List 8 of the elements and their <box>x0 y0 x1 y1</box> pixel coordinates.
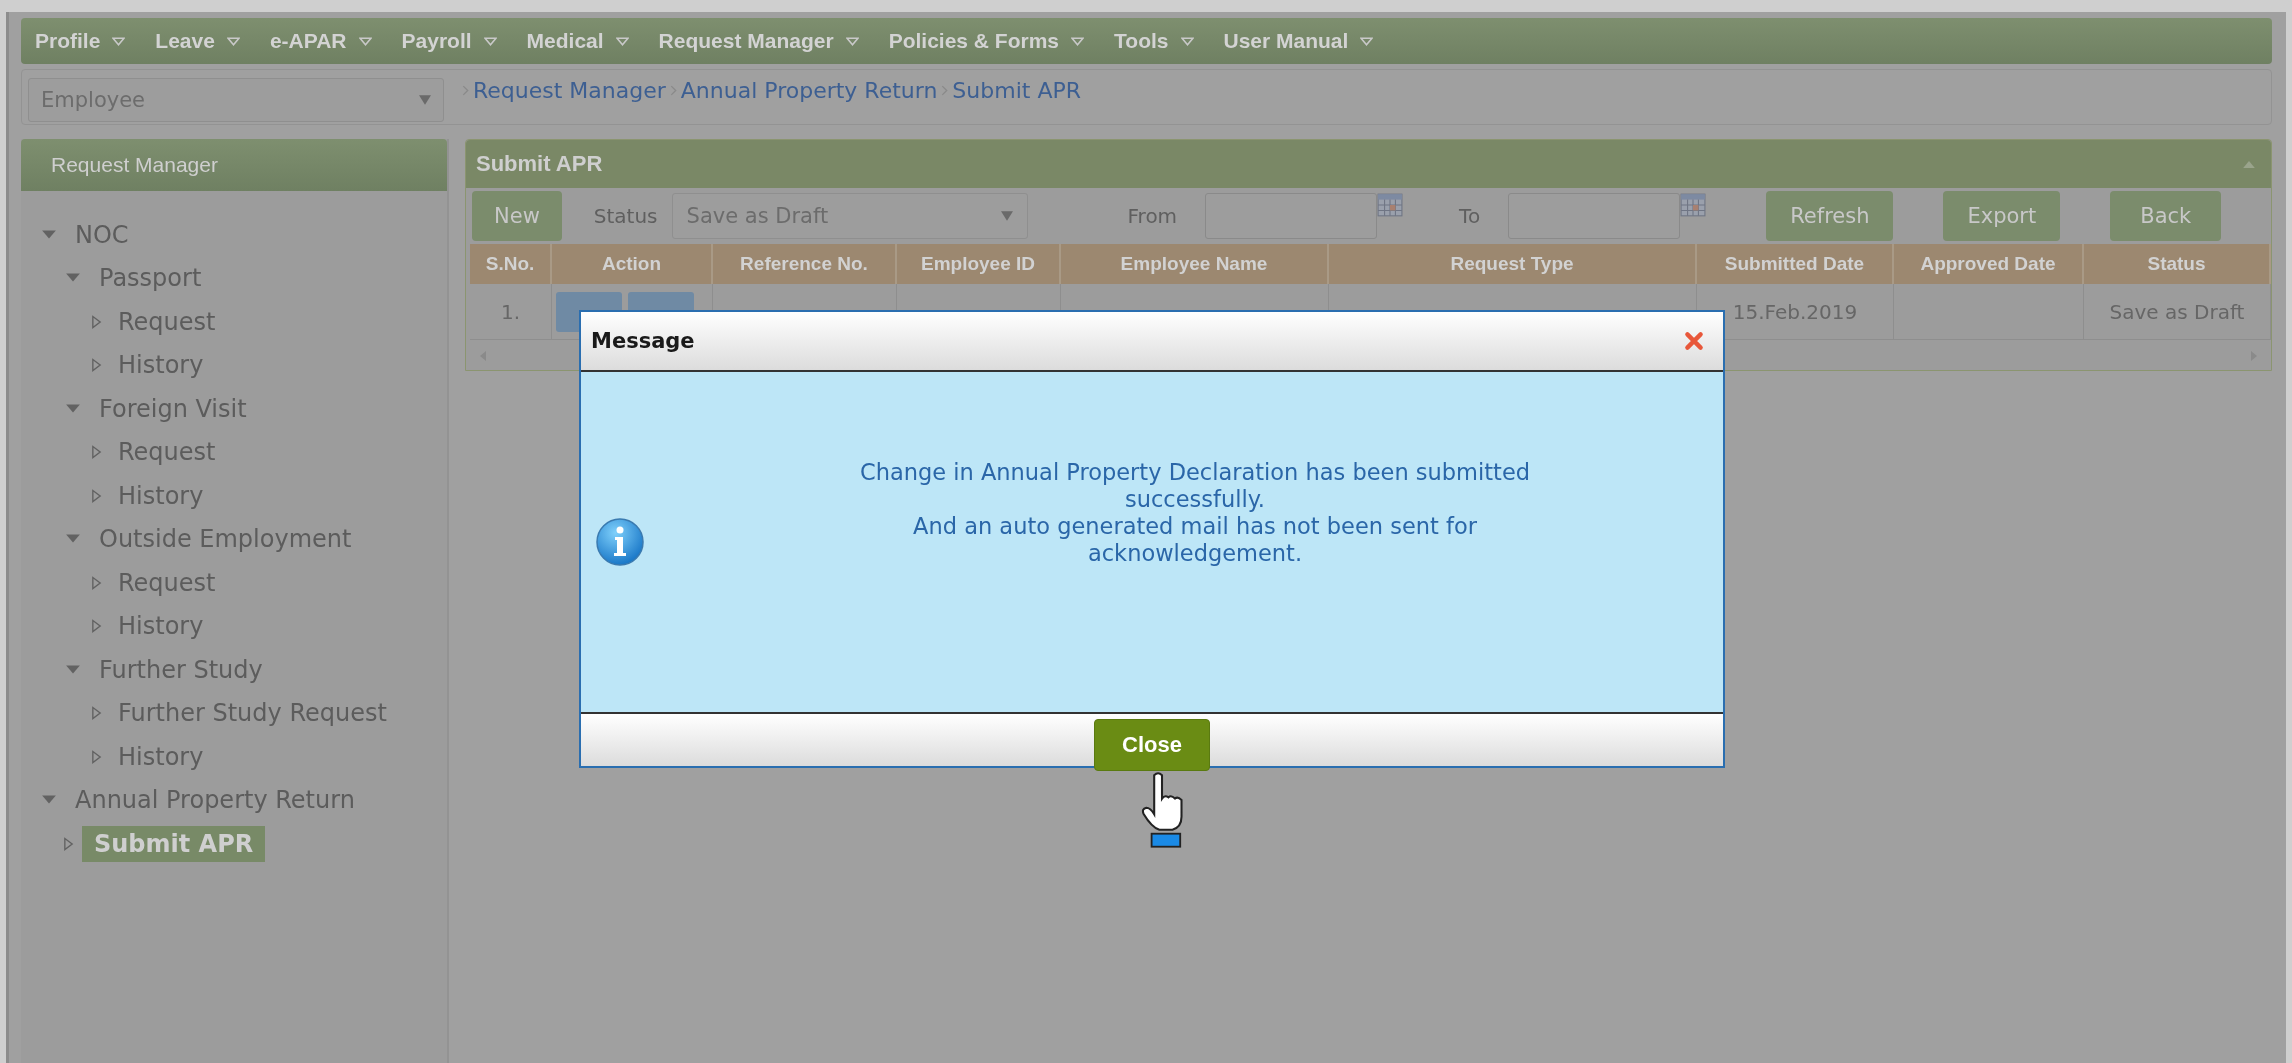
dialog-title: Message <box>591 329 695 353</box>
panel-title: Submit APR <box>476 151 603 177</box>
from-label: From <box>1127 204 1178 228</box>
sidebar-header: Request Manager <box>21 139 447 191</box>
status-label: Status <box>593 204 658 228</box>
to-label: To <box>1459 204 1481 228</box>
message-text: And an auto generated mail has not been sent for acknowledgement. <box>912 513 1478 567</box>
message-text: Change in Annual Property Declaration has been submitted successfully. <box>858 459 1532 513</box>
